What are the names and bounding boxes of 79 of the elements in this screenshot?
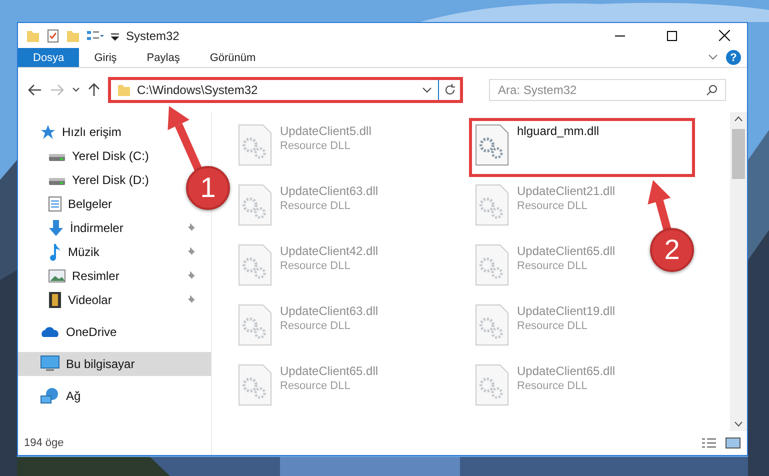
ribbon-tab[interactable]: Dosya: [18, 48, 80, 67]
file-type: Resource DLL: [280, 200, 352, 212]
ribbon-tab[interactable]: Giriş: [79, 48, 132, 67]
dll-file-icon: [475, 184, 509, 226]
item-count: 194 öge: [24, 437, 65, 449]
dll-file-icon: [238, 124, 272, 166]
back-icon[interactable]: [28, 84, 42, 96]
sidebar-item[interactable]: İndirmeler: [18, 216, 211, 240]
sidebar-item[interactable]: Ağ: [18, 384, 87, 408]
ribbon-tab[interactable]: Paylaş: [132, 48, 195, 67]
sidebar-item[interactable]: OneDrive: [18, 320, 123, 344]
dll-file-icon: [475, 244, 509, 286]
sidebar-item[interactable]: Bu bilgisayar: [18, 352, 211, 376]
document-icon: [48, 196, 62, 212]
up-icon[interactable]: [88, 83, 100, 97]
sidebar-item[interactable]: Müzik: [18, 240, 211, 264]
file-name: UpdateClient42.dll: [280, 244, 378, 258]
ribbon-tab[interactable]: Görünüm: [194, 48, 271, 67]
view-icon: [86, 28, 104, 42]
scrollbar-thumb[interactable]: [732, 129, 745, 179]
dll-file-icon: [475, 364, 509, 406]
scroll-up-icon[interactable]: [734, 116, 743, 122]
folder-icon: [117, 83, 131, 97]
file-item[interactable]: hlguard_mm.dll: [469, 118, 695, 177]
help-button[interactable]: ?: [726, 50, 741, 65]
network-icon: [40, 387, 60, 405]
file-name: UpdateClient65.dll: [517, 364, 616, 378]
sidebar-item[interactable]: Yerel Disk (D:): [18, 168, 155, 192]
cloud-icon: [40, 325, 60, 339]
file-name: UpdateClient65.dll: [517, 244, 616, 258]
file-type: Resource DLL: [517, 200, 588, 212]
caret-icon[interactable]: [422, 86, 432, 94]
sidebar-item[interactable]: Videolar: [18, 288, 211, 312]
download-icon: [48, 219, 64, 237]
file-type: Resource DLL: [280, 260, 352, 272]
file-type: Resource DLL: [517, 260, 588, 272]
new-folder-icon: [66, 28, 80, 42]
file-type: Resource DLL: [280, 380, 352, 392]
music-note-icon: [48, 243, 62, 261]
dll-file-icon: [475, 124, 509, 166]
monitor-icon: [40, 355, 60, 373]
picture-icon: [48, 269, 66, 283]
properties-icon: [46, 28, 60, 42]
dll-file-icon: [238, 184, 272, 226]
sidebar-item[interactable]: Hızlı erişim: [18, 120, 128, 144]
file-name: UpdateClient19.dll: [517, 304, 616, 318]
dll-file-icon: [238, 364, 272, 406]
maximize-button[interactable]: [667, 30, 677, 40]
file-name: UpdateClient65.dll: [280, 364, 378, 378]
sidebar-item[interactable]: Resimler: [18, 264, 211, 288]
close-button[interactable]: [718, 30, 730, 41]
file-name: UpdateClient21.dll: [517, 184, 616, 198]
dll-file-icon: [238, 244, 272, 286]
caret-icon[interactable]: [72, 86, 80, 94]
file-type: Resource DLL: [280, 320, 352, 332]
star-icon: [40, 124, 56, 140]
large-icons-view-icon[interactable]: [725, 437, 741, 449]
scrollbar[interactable]: [730, 112, 747, 431]
file-type: Resource DLL: [517, 380, 588, 392]
file-name: UpdateClient63.dll: [280, 184, 378, 198]
film-icon: [48, 291, 62, 309]
details-view-icon[interactable]: [701, 437, 717, 449]
sidebar-item[interactable]: Yerel Disk (C:): [18, 144, 155, 168]
chevron-down-icon[interactable]: [708, 52, 718, 62]
sidebar-item[interactable]: Belgeler: [18, 192, 118, 216]
file-type: Resource DLL: [517, 320, 588, 332]
refresh-button[interactable]: [444, 84, 456, 96]
file-name: UpdateClient5.dll: [280, 124, 372, 138]
window-title: System32: [126, 28, 180, 42]
dll-file-icon: [238, 304, 272, 346]
folder-icon: [26, 28, 40, 42]
address-bar[interactable]: C:\Windows\System32: [108, 77, 463, 103]
file-name: hlguard_mm.dll: [517, 124, 600, 138]
dll-file-icon: [475, 304, 509, 346]
file-type: Resource DLL: [280, 140, 352, 152]
address-path: C:\Windows\System32: [137, 83, 259, 97]
search-icon: [706, 84, 718, 96]
file-name: UpdateClient63.dll: [280, 304, 378, 318]
scroll-down-icon[interactable]: [734, 421, 743, 427]
